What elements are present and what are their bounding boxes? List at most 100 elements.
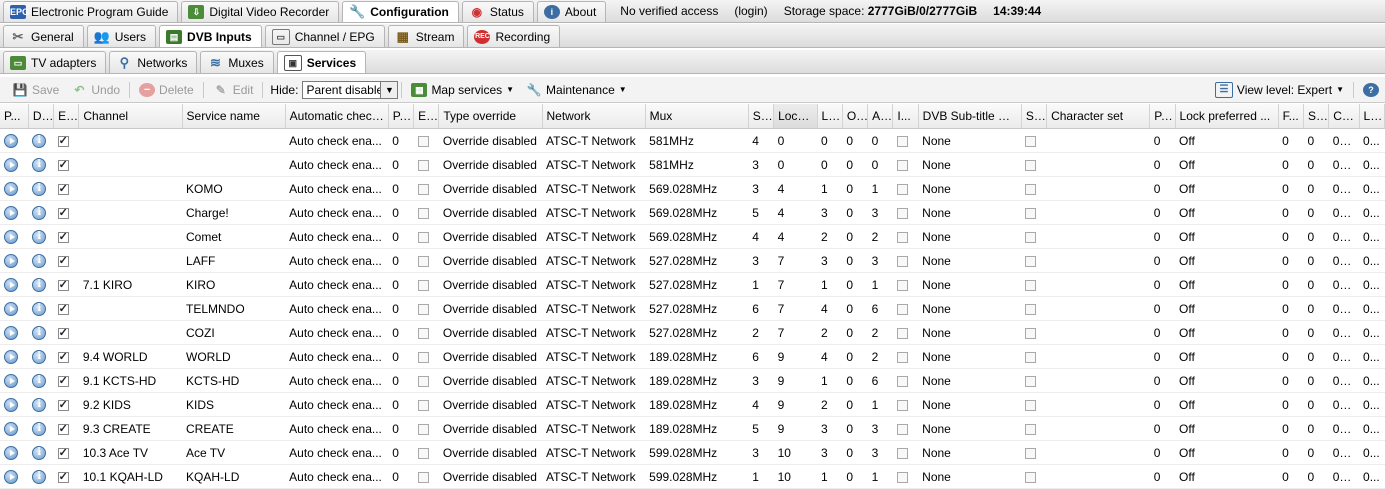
column-header[interactable]: I... [892, 104, 919, 129]
table-row[interactable]: i7.1 KIROKIROAuto check ena...0Override … [0, 272, 1385, 297]
edit-button[interactable]: ✎ Edit [207, 83, 260, 97]
login-link[interactable]: (login) [734, 4, 767, 18]
table-row[interactable]: iCometAuto check ena...0Override disable… [0, 224, 1385, 249]
tab-dvb-inputs[interactable]: ▤ DVB Inputs [159, 25, 262, 47]
undo-button[interactable]: ↶ Undo [65, 83, 126, 97]
enabled-checkbox[interactable] [57, 278, 69, 291]
table-row[interactable]: i9.1 KCTS-HDKCTS-HDAuto check ena...0Ove… [0, 368, 1385, 393]
play-icon[interactable] [4, 325, 18, 340]
column-header[interactable]: E... [53, 104, 80, 129]
play-icon[interactable] [4, 445, 18, 460]
enabled-checkbox[interactable] [57, 182, 69, 195]
tab-tv-adapters[interactable]: ▭ TV adapters [3, 51, 107, 73]
option-checkbox[interactable] [1025, 447, 1037, 459]
column-header[interactable]: Network [542, 104, 646, 129]
tab-about[interactable]: i About [536, 1, 607, 22]
option-checkbox[interactable] [1025, 255, 1037, 267]
option-checkbox[interactable] [1025, 135, 1037, 147]
play-icon[interactable] [4, 253, 18, 268]
info-icon[interactable]: i [32, 397, 47, 412]
option-checkbox[interactable] [1025, 471, 1037, 483]
option-checkbox[interactable] [896, 423, 908, 435]
option-checkbox[interactable] [417, 279, 429, 291]
option-checkbox[interactable] [896, 207, 908, 219]
table-row[interactable]: iAuto check ena...0Override disabledATSC… [0, 128, 1385, 153]
option-checkbox[interactable] [417, 423, 429, 435]
play-icon[interactable] [4, 373, 18, 388]
column-header[interactable]: DVB Sub-title Pr... [918, 104, 1022, 129]
column-header[interactable]: Type override [438, 104, 543, 129]
column-header[interactable]: L... [1359, 104, 1385, 129]
column-header[interactable]: Loca... [773, 104, 818, 129]
info-icon[interactable]: i [32, 349, 47, 364]
option-checkbox[interactable] [417, 447, 429, 459]
enabled-checkbox[interactable] [57, 446, 69, 459]
table-row[interactable]: i9.4 WORLDWORLDAuto check ena...0Overrid… [0, 344, 1385, 369]
table-row[interactable]: iCharge!Auto check ena...0Override disab… [0, 200, 1385, 225]
option-checkbox[interactable] [1025, 399, 1037, 411]
enabled-checkbox[interactable] [57, 302, 69, 315]
enabled-checkbox[interactable] [57, 230, 69, 243]
tab-stream[interactable]: ▦ Stream [387, 25, 465, 47]
option-checkbox[interactable] [417, 159, 429, 171]
option-checkbox[interactable] [417, 183, 429, 195]
column-header[interactable]: Automatic check... [285, 104, 389, 129]
play-icon[interactable] [4, 181, 18, 196]
table-row[interactable]: iAuto check ena...0Override disabledATSC… [0, 152, 1385, 177]
option-checkbox[interactable] [896, 447, 908, 459]
enabled-checkbox[interactable] [57, 206, 69, 219]
option-checkbox[interactable] [1025, 423, 1037, 435]
play-icon[interactable] [4, 133, 18, 148]
option-checkbox[interactable] [896, 351, 908, 363]
option-checkbox[interactable] [1025, 327, 1037, 339]
enabled-checkbox[interactable] [57, 326, 69, 339]
column-header[interactable]: A... [867, 104, 894, 129]
tab-recording[interactable]: REC Recording [467, 25, 561, 47]
column-header[interactable]: P... [388, 104, 415, 129]
info-icon[interactable]: i [32, 181, 47, 196]
info-icon[interactable]: i [32, 133, 47, 148]
option-checkbox[interactable] [1025, 159, 1037, 171]
enabled-checkbox[interactable] [57, 422, 69, 435]
option-checkbox[interactable] [417, 327, 429, 339]
option-checkbox[interactable] [1025, 303, 1037, 315]
option-checkbox[interactable] [417, 303, 429, 315]
save-button[interactable]: 💾 Save [6, 83, 65, 97]
option-checkbox[interactable] [1025, 231, 1037, 243]
info-icon[interactable]: i [32, 277, 47, 292]
option-checkbox[interactable] [1025, 183, 1037, 195]
delete-button[interactable]: − Delete [133, 82, 200, 97]
column-header[interactable]: Mux [645, 104, 749, 129]
enabled-checkbox[interactable] [57, 158, 69, 171]
info-icon[interactable]: i [32, 373, 47, 388]
enabled-checkbox[interactable] [57, 470, 69, 483]
column-header[interactable]: Service name [182, 104, 286, 129]
view-level-button[interactable]: ☰ View level: Expert ▼ [1209, 81, 1350, 98]
option-checkbox[interactable] [417, 399, 429, 411]
option-checkbox[interactable] [417, 231, 429, 243]
option-checkbox[interactable] [896, 471, 908, 483]
option-checkbox[interactable] [896, 375, 908, 387]
map-services-button[interactable]: ▦ Map services ▼ [405, 82, 520, 97]
play-icon[interactable] [4, 229, 18, 244]
option-checkbox[interactable] [896, 399, 908, 411]
hide-select[interactable]: Parent disable ▼ [302, 80, 399, 99]
info-icon[interactable]: i [32, 229, 47, 244]
enabled-checkbox[interactable] [57, 254, 69, 267]
enabled-checkbox[interactable] [57, 374, 69, 387]
column-header[interactable]: Lock preferred ... [1175, 104, 1279, 129]
column-header[interactable]: S... [748, 104, 775, 129]
info-icon[interactable]: i [32, 157, 47, 172]
info-icon[interactable]: i [32, 301, 47, 316]
play-icon[interactable] [4, 301, 18, 316]
play-icon[interactable] [4, 349, 18, 364]
table-row[interactable]: i9.3 CREATECREATEAuto check ena...0Overr… [0, 416, 1385, 441]
play-icon[interactable] [4, 157, 18, 172]
option-checkbox[interactable] [896, 255, 908, 267]
option-checkbox[interactable] [417, 351, 429, 363]
column-header[interactable]: Channel [78, 104, 183, 129]
column-header[interactable]: P... [1149, 104, 1176, 129]
info-icon[interactable]: i [32, 205, 47, 220]
column-header[interactable]: P... [0, 104, 29, 129]
option-checkbox[interactable] [417, 135, 429, 147]
